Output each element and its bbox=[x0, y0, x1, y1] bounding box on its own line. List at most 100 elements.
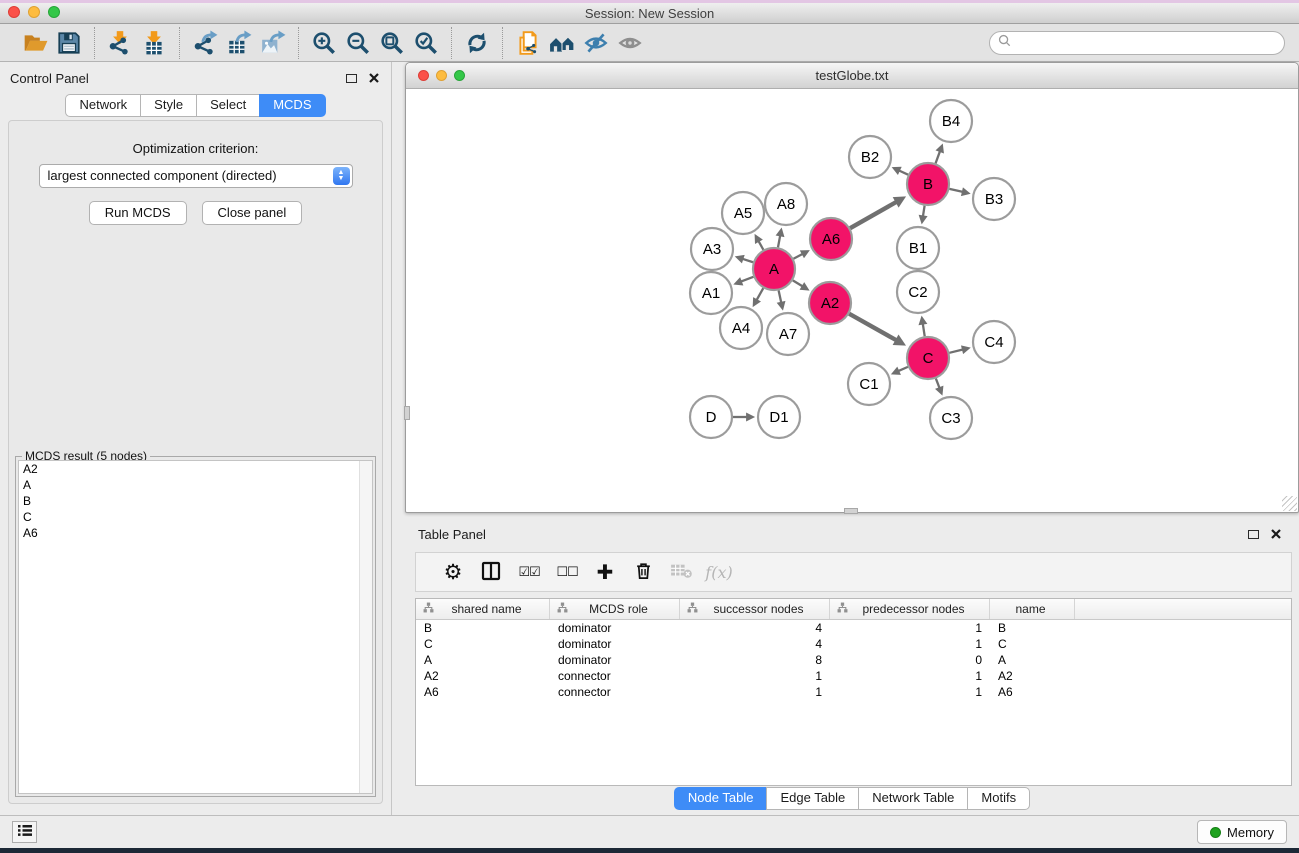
import-network-button[interactable] bbox=[103, 28, 137, 58]
table-cell[interactable]: 1 bbox=[830, 668, 990, 684]
table-cell[interactable]: A2 bbox=[416, 668, 550, 684]
open-file-button[interactable] bbox=[18, 28, 52, 58]
table-tab-node-table[interactable]: Node Table bbox=[674, 787, 767, 810]
column-header-shared-name[interactable]: shared name bbox=[416, 599, 550, 619]
network-minimize-button[interactable] bbox=[436, 70, 447, 81]
select-all-button[interactable]: ☑☑ bbox=[510, 555, 548, 589]
table-cell[interactable]: 1 bbox=[830, 684, 990, 700]
table-cell[interactable]: dominator bbox=[550, 636, 680, 652]
resize-grip-icon[interactable] bbox=[1282, 496, 1297, 511]
table-cell[interactable]: connector bbox=[550, 684, 680, 700]
task-history-button[interactable] bbox=[12, 821, 37, 843]
mcds-result-item[interactable]: B bbox=[19, 493, 372, 509]
table-row[interactable]: A2connector11A2 bbox=[416, 668, 1291, 684]
table-cell[interactable]: 8 bbox=[680, 652, 830, 668]
search-box[interactable] bbox=[989, 31, 1285, 55]
table-cell[interactable]: A bbox=[416, 652, 550, 668]
table-row[interactable]: Adominator80A bbox=[416, 652, 1291, 668]
edge-B-B2[interactable] bbox=[899, 171, 908, 175]
table-row[interactable]: Cdominator41C bbox=[416, 636, 1291, 652]
table-cell[interactable]: 1 bbox=[830, 636, 990, 652]
tab-select[interactable]: Select bbox=[196, 94, 259, 117]
memory-button[interactable]: Memory bbox=[1197, 820, 1287, 844]
bottom-splitter-handle[interactable] bbox=[844, 508, 858, 514]
export-table-button[interactable] bbox=[222, 28, 256, 58]
table-cell[interactable]: 4 bbox=[680, 620, 830, 636]
export-image-button[interactable] bbox=[256, 28, 290, 58]
zoom-in-button[interactable] bbox=[307, 28, 341, 58]
hide-selected-button[interactable] bbox=[579, 28, 613, 58]
table-cell[interactable]: 4 bbox=[680, 636, 830, 652]
add-column-button[interactable]: ✚ bbox=[586, 555, 624, 589]
table-settings-button[interactable]: ⚙ bbox=[434, 555, 472, 589]
edge-A-A8[interactable] bbox=[778, 235, 780, 247]
split-panel-button[interactable] bbox=[472, 555, 510, 589]
edge-A2-C[interactable] bbox=[849, 314, 896, 341]
table-cell[interactable]: connector bbox=[550, 668, 680, 684]
result-scrollbar[interactable] bbox=[359, 461, 372, 793]
column-header-name[interactable]: name bbox=[990, 599, 1075, 619]
search-input[interactable] bbox=[1016, 36, 1276, 50]
criterion-select[interactable]: largest connected component (directed) ▲… bbox=[39, 164, 353, 188]
table-cell[interactable]: A bbox=[990, 652, 1075, 668]
table-cell[interactable]: B bbox=[990, 620, 1075, 636]
edge-A-A3[interactable] bbox=[742, 259, 753, 262]
edge-A-A7[interactable] bbox=[779, 291, 782, 303]
edge-C-C2[interactable] bbox=[923, 324, 925, 337]
network-graph[interactable]: AA1A2A3A4A5A6A7A8BB1B2B3B4CC1C2C3C4DD1 bbox=[406, 89, 1298, 512]
edge-A-A1[interactable] bbox=[741, 277, 754, 282]
edge-A-A6[interactable] bbox=[793, 254, 802, 259]
edge-C-C1[interactable] bbox=[898, 367, 908, 371]
edge-C-C3[interactable] bbox=[936, 379, 940, 389]
deselect-all-button[interactable]: ☐☐ bbox=[548, 555, 586, 589]
tab-style[interactable]: Style bbox=[140, 94, 196, 117]
edge-C-C4[interactable] bbox=[949, 350, 963, 353]
run-mcds-button[interactable]: Run MCDS bbox=[89, 201, 187, 225]
mcds-result-item[interactable]: A6 bbox=[19, 525, 372, 541]
network-close-button[interactable] bbox=[418, 70, 429, 81]
export-network-button[interactable] bbox=[188, 28, 222, 58]
zoom-out-button[interactable] bbox=[341, 28, 375, 58]
edge-A6-B[interactable] bbox=[850, 202, 897, 228]
network-window-titlebar[interactable]: testGlobe.txt bbox=[406, 63, 1298, 89]
tab-mcds[interactable]: MCDS bbox=[259, 94, 325, 117]
apply-layout-button[interactable] bbox=[460, 28, 494, 58]
table-cell[interactable]: 1 bbox=[680, 668, 830, 684]
column-header-successor-nodes[interactable]: successor nodes bbox=[680, 599, 830, 619]
close-panel-icon[interactable] bbox=[369, 73, 379, 83]
table-cell[interactable]: A6 bbox=[416, 684, 550, 700]
edge-B-B1[interactable] bbox=[923, 206, 925, 217]
network-zoom-button[interactable] bbox=[454, 70, 465, 81]
edge-A-A2[interactable] bbox=[793, 280, 803, 286]
table-cell[interactable]: B bbox=[416, 620, 550, 636]
zoom-fit-button[interactable] bbox=[375, 28, 409, 58]
edge-B-B4[interactable] bbox=[936, 151, 940, 163]
zoom-window-button[interactable] bbox=[48, 6, 60, 18]
column-header-MCDS-role[interactable]: MCDS role bbox=[550, 599, 680, 619]
table-tab-edge-table[interactable]: Edge Table bbox=[766, 787, 858, 810]
network-canvas[interactable]: AA1A2A3A4A5A6A7A8BB1B2B3B4CC1C2C3C4DD1 bbox=[406, 89, 1298, 512]
table-tab-motifs[interactable]: Motifs bbox=[967, 787, 1030, 810]
mcds-result-item[interactable]: A bbox=[19, 477, 372, 493]
table-cell[interactable]: dominator bbox=[550, 620, 680, 636]
table-cell[interactable]: 1 bbox=[830, 620, 990, 636]
close-window-button[interactable] bbox=[8, 6, 20, 18]
column-header-predecessor-nodes[interactable]: predecessor nodes bbox=[830, 599, 990, 619]
tab-network[interactable]: Network bbox=[65, 94, 140, 117]
close-panel-button[interactable]: Close panel bbox=[202, 201, 303, 225]
table-row[interactable]: A6connector11A6 bbox=[416, 684, 1291, 700]
table-cell[interactable]: A2 bbox=[990, 668, 1075, 684]
import-table-button[interactable] bbox=[137, 28, 171, 58]
show-all-button[interactable] bbox=[613, 28, 647, 58]
mcds-result-list[interactable]: A2ABCA6 bbox=[18, 460, 373, 794]
delete-column-button[interactable] bbox=[624, 555, 662, 589]
table-cell[interactable]: C bbox=[990, 636, 1075, 652]
close-table-panel-icon[interactable] bbox=[1271, 529, 1281, 539]
table-cell[interactable]: A6 bbox=[990, 684, 1075, 700]
zoom-selected-button[interactable] bbox=[409, 28, 443, 58]
first-neighbors-button[interactable] bbox=[545, 28, 579, 58]
float-panel-icon[interactable] bbox=[346, 74, 357, 83]
edge-A-A4[interactable] bbox=[757, 288, 764, 300]
left-splitter-handle[interactable] bbox=[404, 406, 410, 420]
table-cell[interactable]: 0 bbox=[830, 652, 990, 668]
